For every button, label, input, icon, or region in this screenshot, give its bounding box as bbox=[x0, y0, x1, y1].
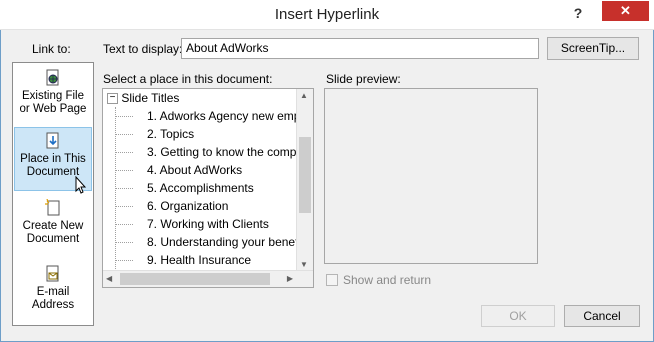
title-bar: Insert Hyperlink ? ✕ bbox=[0, 0, 654, 30]
email-icon bbox=[44, 265, 62, 283]
mouse-cursor-icon bbox=[75, 176, 87, 194]
help-button[interactable]: ? bbox=[566, 2, 590, 24]
link-email-address[interactable]: E-mail Address bbox=[14, 261, 92, 325]
scroll-up-icon[interactable]: ▲ bbox=[300, 91, 308, 100]
link-existing-file-line2: or Web Page bbox=[19, 103, 87, 115]
link-create-new-document[interactable]: Create New Document bbox=[14, 195, 92, 259]
collapse-icon[interactable]: − bbox=[107, 93, 118, 105]
link-to-panel: Existing File or Web Page Place in This … bbox=[12, 62, 94, 326]
slide-preview-pane bbox=[324, 88, 538, 264]
link-place-line1: Place in This bbox=[20, 153, 86, 165]
vertical-scroll-thumb[interactable] bbox=[299, 137, 311, 213]
tree-horizontal-scrollbar[interactable]: ◀ ▶ bbox=[103, 270, 313, 287]
tree-item-slide-8[interactable]: 8. Understanding your benef bbox=[147, 233, 298, 251]
link-email-line1: E-mail bbox=[36, 286, 70, 298]
select-place-label: Select a place in this document: bbox=[103, 72, 273, 86]
tree-item-slide-3[interactable]: 3. Getting to know the comp bbox=[147, 143, 296, 161]
text-to-display-input[interactable]: About AdWorks bbox=[181, 38, 539, 59]
link-place-line2: Document bbox=[26, 166, 80, 178]
tree-item-slide-1[interactable]: 1. Adworks Agency new emp bbox=[147, 107, 300, 125]
cancel-button[interactable]: Cancel bbox=[564, 305, 640, 327]
tree-root[interactable]: − Slide Titles bbox=[107, 89, 179, 107]
link-create-line2: Document bbox=[26, 233, 80, 245]
horizontal-scroll-thumb[interactable] bbox=[120, 273, 270, 285]
link-place-in-document[interactable]: Place in This Document bbox=[14, 127, 92, 194]
new-document-icon bbox=[44, 198, 62, 217]
show-and-return-label: Show and return bbox=[343, 273, 432, 287]
globe-file-icon bbox=[44, 69, 62, 87]
scroll-right-icon[interactable]: ▶ bbox=[287, 274, 293, 283]
tree-item-slide-5[interactable]: 5. Accomplishments bbox=[147, 179, 254, 197]
tree-item-slide-4[interactable]: 4. About AdWorks bbox=[147, 161, 242, 179]
tree-item-slide-2[interactable]: 2. Topics bbox=[147, 125, 194, 143]
link-create-line1: Create New bbox=[22, 220, 84, 232]
close-button[interactable]: ✕ bbox=[602, 1, 649, 21]
link-to-label: Link to: bbox=[32, 42, 71, 56]
dialog-title: Insert Hyperlink bbox=[274, 6, 380, 23]
tree-item-slide-7[interactable]: 7. Working with Clients bbox=[147, 215, 269, 233]
tree-root-label: Slide Titles bbox=[121, 91, 180, 105]
place-tree[interactable]: − Slide Titles 1. Adworks Agency new emp… bbox=[102, 88, 314, 288]
link-email-line2: Address bbox=[31, 299, 75, 311]
screentip-button[interactable]: ScreenTip... bbox=[547, 37, 639, 60]
scroll-left-icon[interactable]: ◀ bbox=[106, 274, 112, 283]
slide-preview-label: Slide preview: bbox=[326, 72, 401, 86]
tree-vertical-scrollbar[interactable]: ▲ ▼ bbox=[296, 89, 313, 271]
text-to-display-label: Text to display: bbox=[103, 42, 183, 56]
show-and-return-checkbox[interactable] bbox=[326, 274, 338, 286]
link-existing-file-line1: Existing File bbox=[22, 90, 84, 102]
tree-item-slide-9[interactable]: 9. Health Insurance bbox=[147, 251, 251, 269]
link-existing-file[interactable]: Existing File or Web Page bbox=[14, 65, 92, 129]
ok-button[interactable]: OK bbox=[481, 305, 555, 327]
document-place-icon bbox=[44, 132, 62, 150]
tree-item-slide-6[interactable]: 6. Organization bbox=[147, 197, 228, 215]
scroll-down-icon[interactable]: ▼ bbox=[300, 260, 308, 269]
